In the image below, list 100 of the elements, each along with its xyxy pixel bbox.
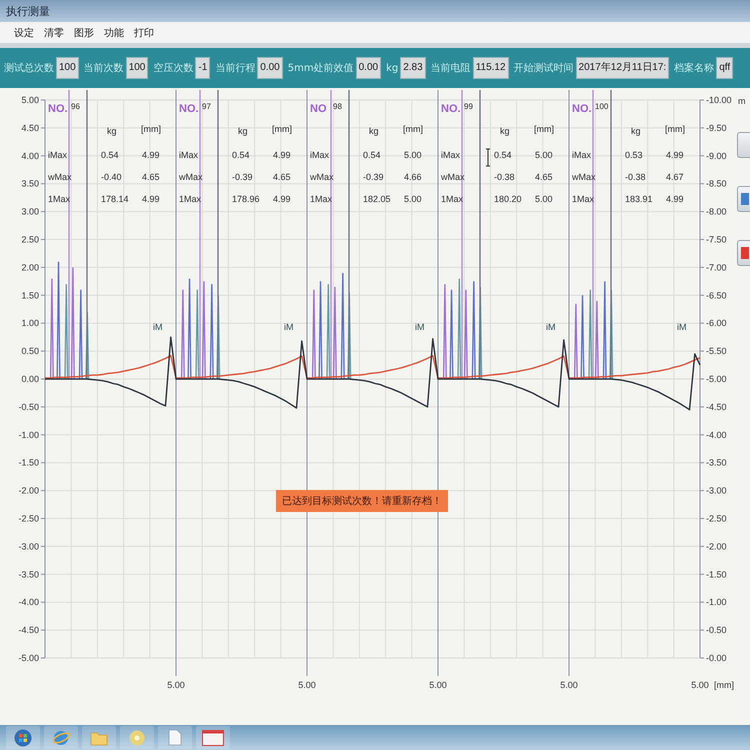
table-value: -0.40 (101, 172, 122, 182)
column-header: [mm] (534, 124, 554, 134)
table-value: 4.99 (273, 194, 291, 204)
axis-label: -3.00 (18, 541, 39, 552)
cursor-line[interactable] (592, 90, 594, 379)
sample-number-label: NO (310, 103, 326, 115)
taskbar-button[interactable] (120, 726, 154, 749)
start-button[interactable] (6, 726, 40, 749)
menu-item[interactable]: 设定 (12, 26, 36, 40)
side-button[interactable] (737, 240, 750, 266)
table-value: 5.00 (404, 150, 422, 160)
sample-number: 100 (595, 102, 608, 111)
cursor-line[interactable] (68, 90, 70, 379)
axis-label: -4.50 (18, 625, 39, 636)
axis-label: -7.00 (706, 262, 727, 272)
field-label: 测试总次数 (4, 62, 54, 75)
value-field[interactable]: 0.00 (356, 57, 382, 79)
axis-label: -2.00 (18, 486, 39, 496)
value-field[interactable]: 100 (56, 57, 79, 79)
axis-label: 4.50 (21, 122, 39, 133)
warning-message: 已达到目标测试次数！请重新存档！ (276, 490, 448, 512)
axis-label: -1.00 (706, 597, 727, 608)
cursor-line[interactable] (199, 90, 201, 379)
sample-number-label: NO. (572, 103, 592, 115)
value-field[interactable]: 115.12 (472, 57, 509, 79)
cursor-line[interactable] (461, 90, 463, 379)
table-value: 4.65 (535, 172, 553, 182)
taskbar-button[interactable] (196, 726, 230, 749)
cursor-line[interactable] (217, 90, 219, 379)
window-title: 执行测量 (6, 4, 50, 18)
column-header: kg (238, 126, 248, 136)
axis-label: -10.00 (706, 95, 732, 105)
field-label: 5mm处前效值 (288, 62, 354, 75)
curve-label: iM (415, 322, 424, 332)
menu-item[interactable]: 功能 (102, 26, 126, 40)
table-value: -0.39 (232, 172, 253, 182)
table-value: 4.65 (142, 172, 160, 182)
axis-label: -8.00 (706, 206, 727, 217)
axis-label: -1.00 (18, 430, 39, 440)
row-label: wMax (441, 172, 465, 182)
menu-item[interactable]: 打印 (132, 26, 156, 40)
cursor-line[interactable] (610, 90, 612, 379)
row-label: wMax (310, 172, 334, 182)
axis-label: -2.50 (706, 514, 727, 524)
page-icon (168, 729, 182, 746)
column-header: [mm] (272, 124, 292, 134)
axis-label: 3.00 (21, 206, 39, 217)
row-label: iMax (179, 150, 198, 160)
axis-label: -4.00 (18, 597, 39, 608)
value-field[interactable]: 2017年12月11日17: (576, 57, 670, 79)
column-header: [mm] (403, 124, 423, 134)
globe-icon (52, 728, 70, 746)
axis-title: [mm] (714, 680, 734, 690)
curve-label: iM (284, 322, 294, 332)
sample-number-label: NO. (48, 103, 68, 115)
axis-unit: m (738, 96, 746, 106)
taskbar-button[interactable] (44, 726, 78, 749)
value-field[interactable]: qff (716, 57, 734, 79)
taskbar-button[interactable] (158, 726, 192, 749)
axis-label: 5.00 (298, 680, 316, 690)
folder-icon (90, 730, 108, 746)
axis-label: -0.00 (706, 653, 727, 663)
field-label: 开始测试时间 (514, 62, 574, 75)
table-value: 4.67 (666, 172, 684, 182)
axis-label: 1.50 (21, 290, 39, 300)
table-value: 4.99 (666, 150, 684, 160)
column-header: kg (107, 126, 117, 136)
value-field[interactable]: -1 (195, 57, 210, 79)
table-value: -0.38 (625, 172, 646, 182)
value-field[interactable]: 100 (126, 57, 148, 79)
column-header: kg (369, 126, 379, 136)
axis-label: -5.00 (18, 653, 39, 663)
value-field[interactable]: 0.00 (257, 57, 283, 79)
row-label: iMax (48, 150, 68, 160)
axis-label: -6.50 (706, 290, 727, 300)
cursor-line[interactable] (348, 90, 350, 379)
axis-label: 5.00 (167, 680, 185, 690)
axis-label: -4.00 (706, 430, 727, 440)
cursor-line[interactable] (330, 90, 332, 379)
table-value: 5.00 (535, 150, 553, 160)
table-value: 4.99 (273, 150, 291, 160)
menu-item[interactable]: 图形 (72, 26, 96, 40)
field-label: 当前电阻 (430, 62, 471, 75)
axis-label: 2.50 (21, 234, 39, 244)
axis-label: -0.50 (706, 625, 727, 636)
cursor-line[interactable] (479, 90, 481, 379)
cursor-line[interactable] (86, 90, 88, 379)
row-label: iMax (310, 150, 330, 160)
side-button[interactable] (737, 186, 750, 212)
menu-item[interactable]: 清零 (42, 26, 66, 40)
value-field[interactable]: 2.83 (400, 57, 426, 79)
column-header: [mm] (141, 124, 161, 134)
table-value: 5.00 (404, 194, 422, 204)
table-value: 5.00 (535, 194, 553, 204)
axis-label: -9.50 (706, 122, 727, 133)
column-header: [mm] (665, 124, 685, 134)
side-button[interactable] (737, 132, 750, 158)
axis-label: -9.00 (706, 150, 727, 161)
axis-label: 5.00 (691, 680, 709, 690)
axis-label: 0.00 (21, 374, 39, 384)
